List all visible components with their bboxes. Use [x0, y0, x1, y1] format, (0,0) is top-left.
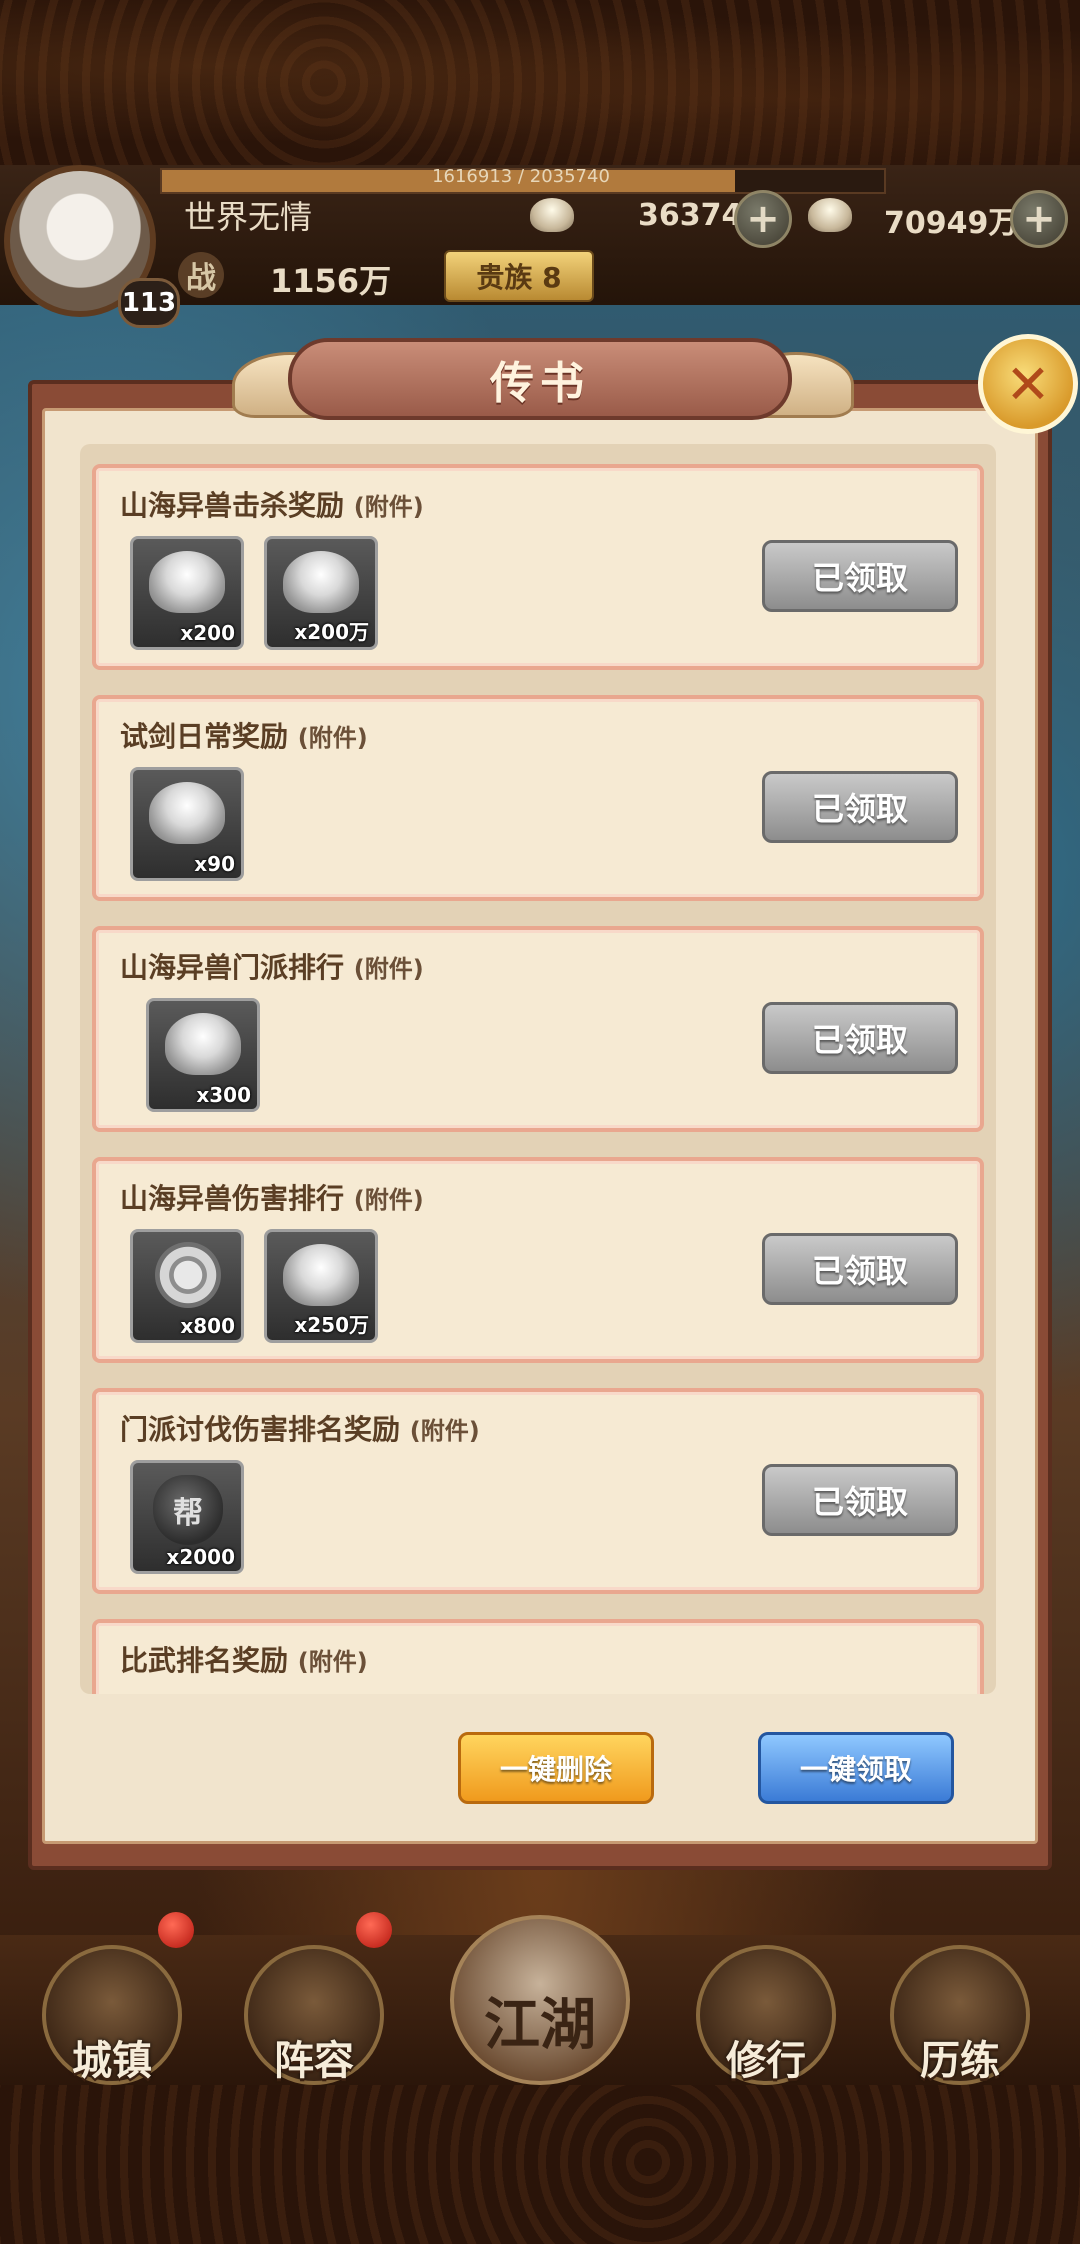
- reward-slot[interactable]: x200万: [264, 536, 378, 650]
- dialog-title: 传书: [490, 358, 590, 409]
- reward-slot[interactable]: x300: [146, 998, 260, 1112]
- silver-ingot-icon: [149, 782, 225, 844]
- notification-dot: [356, 1912, 392, 1948]
- mail-item[interactable]: 门派讨伐伤害排名奖励 (附件) 帮 x2000 已领取: [92, 1388, 984, 1594]
- nav-training-label: 历练: [920, 2038, 1000, 2084]
- power-icon: 战: [178, 252, 224, 298]
- notification-dot: [158, 1912, 194, 1948]
- reward-count: x200万: [294, 620, 369, 644]
- silver-ingot-icon: [149, 551, 225, 613]
- sect-bag-icon: 帮: [153, 1475, 223, 1545]
- mail-title: 山海异兽伤害排行 (附件): [120, 1182, 424, 1215]
- silver-ingot-icon: [283, 1244, 359, 1306]
- reward-slot[interactable]: x200: [130, 536, 244, 650]
- mail-item[interactable]: 山海异兽伤害排行 (附件) x800 x250万 已领取: [92, 1157, 984, 1363]
- reward-count: x90: [194, 852, 235, 876]
- claimed-button[interactable]: 已领取: [762, 771, 958, 843]
- silver-ingot-icon: [808, 198, 852, 232]
- reward-count: x2000: [166, 1545, 235, 1569]
- power-value: 1156万: [270, 262, 392, 300]
- delete-all-button[interactable]: 一键删除: [458, 1732, 654, 1804]
- claimed-button[interactable]: 已领取: [762, 1233, 958, 1305]
- silver-ingot-icon: [283, 551, 359, 613]
- silver-ingot-icon: [530, 198, 574, 232]
- add-currency-2-button[interactable]: +: [1010, 190, 1068, 248]
- mail-item[interactable]: 山海异兽门派排行 (附件) x300 已领取: [92, 926, 984, 1132]
- reward-count: x800: [180, 1314, 235, 1338]
- reward-count: x200: [180, 621, 235, 645]
- nav-lineup-label: 阵容: [274, 2038, 354, 2084]
- claim-all-button[interactable]: 一键领取: [758, 1732, 954, 1804]
- mail-title: 门派讨伐伤害排名奖励 (附件): [120, 1413, 480, 1446]
- reward-slot[interactable]: 帮 x2000: [130, 1460, 244, 1574]
- mail-title: 试剑日常奖励 (附件): [120, 720, 368, 753]
- reward-slot[interactable]: x250万: [264, 1229, 378, 1343]
- nav-town-label: 城镇: [72, 2038, 152, 2084]
- vip-badge[interactable]: 贵族 8: [444, 250, 594, 302]
- reward-count: x250万: [294, 1313, 369, 1337]
- mail-title: 山海异兽门派排行 (附件): [120, 951, 424, 984]
- silver-ingot-icon: [165, 1013, 241, 1075]
- player-name: 世界无情: [184, 198, 313, 236]
- top-background: [0, 0, 1080, 165]
- nav-jianghu-label: 江湖: [484, 1993, 596, 2058]
- currency-2-value: 70949万: [884, 206, 1019, 241]
- currency-1-value: 36374: [638, 198, 743, 233]
- claimed-button[interactable]: 已领取: [762, 1464, 958, 1536]
- bottom-background: [0, 2080, 1080, 2244]
- close-icon: ✕: [1005, 352, 1051, 416]
- claimed-button[interactable]: 已领取: [762, 1002, 958, 1074]
- mail-item[interactable]: 山海异兽击杀奖励 (附件) x200 x200万 已领取: [92, 464, 984, 670]
- claimed-button[interactable]: 已领取: [762, 540, 958, 612]
- mail-list[interactable]: 山海异兽击杀奖励 (附件) x200 x200万 已领取 试剑日常奖励 (附件)…: [80, 444, 996, 1694]
- mail-title: 比武排名奖励 (附件): [120, 1644, 368, 1677]
- exp-text: 1616913 / 2035740: [432, 166, 610, 187]
- mail-item[interactable]: 试剑日常奖励 (附件) x90 已领取: [92, 695, 984, 901]
- player-level-badge: 113: [118, 278, 180, 328]
- nav-cultivate-label: 修行: [726, 2038, 806, 2084]
- mail-item[interactable]: 比武排名奖励 (附件): [92, 1619, 984, 1694]
- reward-slot[interactable]: x800: [130, 1229, 244, 1343]
- dialog-title-plate: 传书: [288, 338, 792, 420]
- mail-title: 山海异兽击杀奖励 (附件): [120, 489, 424, 522]
- reward-count: x300: [196, 1083, 251, 1107]
- add-currency-1-button[interactable]: +: [734, 190, 792, 248]
- reward-slot[interactable]: x90: [130, 767, 244, 881]
- close-button[interactable]: ✕: [978, 334, 1078, 434]
- coin-icon: [155, 1242, 221, 1308]
